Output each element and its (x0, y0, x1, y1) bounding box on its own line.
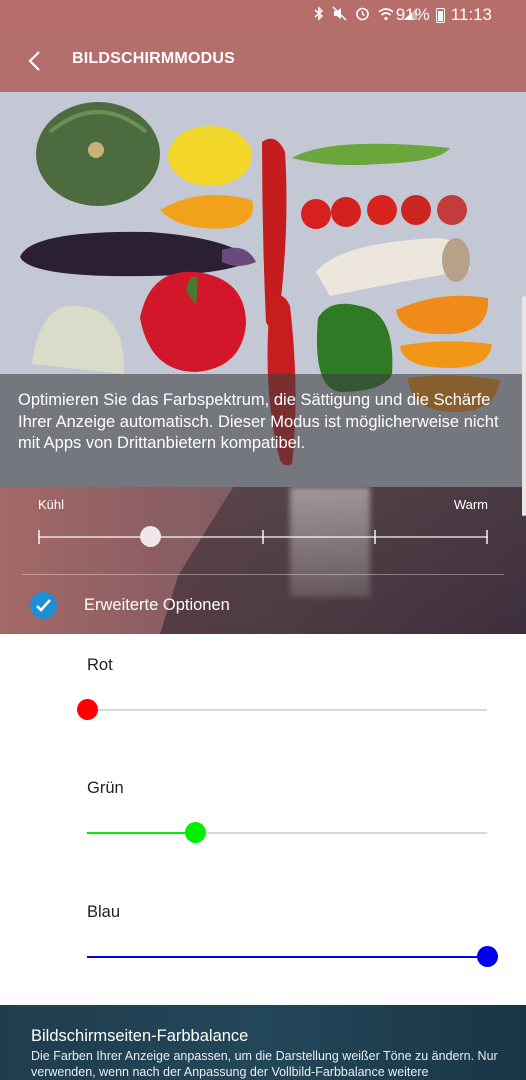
rgb-adjustments: Rot Grün Blau (0, 634, 526, 1005)
cool-label: Kühl (38, 497, 65, 512)
divider (22, 574, 504, 575)
edge-color-balance-item[interactable]: Bildschirmseiten-Farbbalance Die Farben … (0, 1005, 526, 1080)
description-overlay: Optimieren Sie das Farbspektrum, die Sät… (0, 374, 526, 487)
red-slider-thumb[interactable] (76, 699, 98, 720)
advanced-options-checkbox[interactable] (30, 592, 57, 619)
waterfall-background (290, 487, 370, 597)
slider-tick (38, 530, 40, 544)
warm-label: Warm (453, 497, 488, 512)
slider-tick (262, 530, 264, 544)
app-bar: BILDSCHIRMMODUS (0, 30, 526, 92)
bluetooth-icon (314, 6, 324, 24)
blue-label: Blau (87, 903, 121, 921)
green-slider[interactable] (87, 822, 487, 843)
edge-balance-title: Bildschirmseiten-Farbbalance (31, 1027, 249, 1045)
checkmark-icon (36, 599, 51, 612)
mute-icon (332, 6, 347, 24)
status-right: 91% 11:13 (396, 5, 492, 25)
color-temperature-slider[interactable] (38, 530, 488, 544)
green-slider-thumb[interactable] (184, 822, 206, 843)
status-bar: 91% 11:13 (0, 0, 526, 30)
blue-slider-thumb[interactable] (476, 946, 498, 967)
red-label: Rot (87, 656, 113, 674)
advanced-options-label[interactable]: Erweiterte Optionen (84, 596, 230, 615)
blue-slider-fill (87, 956, 487, 958)
edge-panel-handle[interactable] (522, 296, 526, 516)
blue-slider[interactable] (87, 946, 498, 967)
clock: 11:13 (450, 5, 492, 24)
back-arrow-icon[interactable] (24, 50, 46, 72)
slider-tick (486, 530, 488, 544)
alarm-icon (355, 6, 370, 24)
green-slider-fill (87, 832, 195, 834)
edge-balance-description: Die Farben Ihrer Anzeige anpassen, um di… (31, 1049, 498, 1079)
battery-percent: 91% (395, 5, 430, 24)
green-label: Grün (87, 779, 124, 797)
page-title: BILDSCHIRMMODUS (72, 50, 235, 67)
color-temperature-thumb[interactable] (139, 526, 161, 547)
mode-description: Optimieren Sie das Farbspektrum, die Sät… (18, 391, 499, 452)
wifi-icon (378, 7, 394, 24)
color-temperature-panel: Kühl Warm Erweiterte Optionen (0, 487, 526, 634)
battery-icon (435, 7, 445, 23)
slider-tick (374, 530, 376, 544)
preview-image: Optimieren Sie das Farbspektrum, die Sät… (0, 92, 526, 487)
red-slider[interactable] (76, 699, 487, 720)
